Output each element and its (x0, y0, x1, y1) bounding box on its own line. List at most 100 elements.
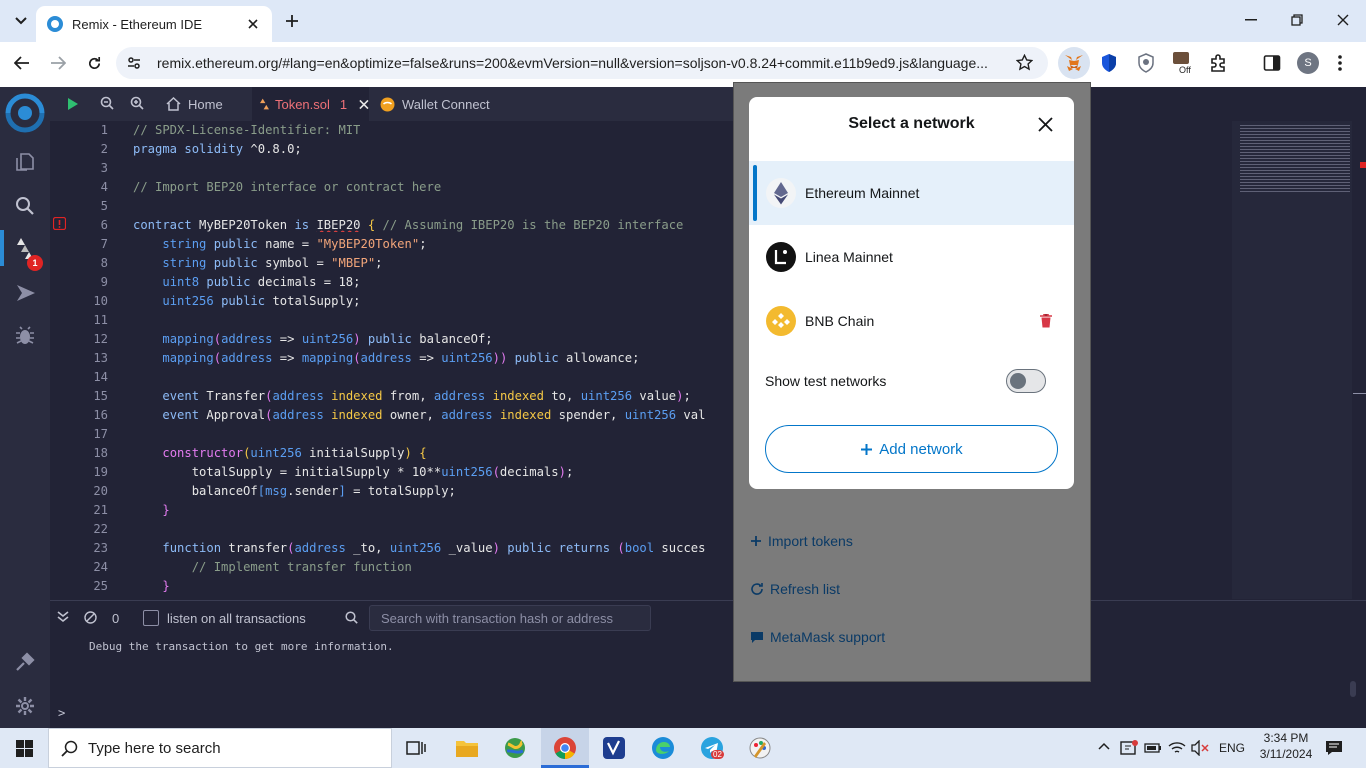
code-line[interactable]: pragma solidity ^0.8.0; (133, 142, 302, 156)
run-script-icon[interactable] (67, 97, 79, 111)
app-globe-taskbar-icon[interactable] (503, 736, 527, 760)
clear-console-icon[interactable] (84, 611, 97, 624)
code-line[interactable]: mapping(address => uint256) public balan… (133, 332, 492, 346)
code-line[interactable]: event Transfer(address indexed from, add… (133, 389, 690, 403)
battery-icon[interactable] (1144, 741, 1162, 755)
telegram-taskbar-icon[interactable]: 02 (700, 736, 724, 760)
code-line[interactable]: } (133, 503, 169, 517)
notifications-icon[interactable] (1325, 740, 1343, 756)
volume-muted-icon[interactable] (1191, 740, 1209, 756)
tray-app-icon[interactable] (1120, 740, 1138, 756)
paint-taskbar-icon[interactable] (748, 736, 772, 760)
side-panel-icon[interactable] (1263, 54, 1281, 72)
network-wifi-icon[interactable] (1168, 740, 1186, 756)
browser-tab-active[interactable]: Remix - Ethereum IDE (36, 6, 272, 42)
metamask-extension-button[interactable] (1058, 47, 1090, 79)
clock[interactable]: 3:34 PM 3/11/2024 (1254, 731, 1318, 761)
address-bar[interactable]: remix.ethereum.org/#lang=en&optimize=fal… (116, 47, 1048, 79)
code-line[interactable]: uint256 public totalSupply; (133, 294, 360, 308)
line-number: 22 (93, 522, 108, 536)
zoom-in-icon[interactable] (130, 96, 144, 110)
code-line[interactable]: } (133, 579, 169, 593)
network-item-ethereum[interactable]: Ethereum Mainnet (749, 161, 1074, 225)
ethereum-logo-icon (766, 178, 796, 208)
network-item-bnb[interactable]: BNB Chain (749, 289, 1074, 353)
import-tokens-link[interactable]: Import tokens (750, 533, 853, 549)
code-line[interactable]: balanceOf[msg.sender] = totalSupply; (133, 484, 456, 498)
line-number: 4 (100, 180, 108, 194)
collapse-terminal-icon[interactable] (57, 611, 69, 623)
tab-label: Token.sol (274, 96, 330, 112)
tab-home[interactable]: Home (160, 87, 252, 121)
privacy-extension-icon[interactable] (1137, 53, 1155, 73)
listen-checkbox[interactable] (143, 610, 159, 626)
tab-wallet-connect[interactable]: Wallet Connect (380, 87, 510, 121)
code-line[interactable]: mapping(address => mapping(address => ui… (133, 351, 639, 365)
task-view-icon[interactable] (406, 739, 426, 757)
network-item-linea[interactable]: Linea Mainnet (749, 225, 1074, 289)
maximize-button[interactable] (1282, 8, 1312, 32)
code-line[interactable]: totalSupply = initialSupply * 10**uint25… (133, 465, 574, 479)
more-menu-icon[interactable] (1338, 55, 1342, 71)
chrome-icon (554, 737, 576, 759)
input-language[interactable]: ENG (1219, 741, 1245, 755)
plugin-manager-icon[interactable] (15, 652, 35, 672)
editor-minimap[interactable] (1232, 121, 1366, 599)
code-line[interactable]: event Approval(address indexed owner, ad… (133, 408, 705, 422)
chrome-taskbar-button[interactable] (541, 728, 589, 768)
terminal-search-input[interactable]: Search with transaction hash or address (369, 605, 651, 631)
line-number: 13 (93, 351, 108, 365)
refresh-list-label: Refresh list (770, 581, 841, 597)
minimize-button[interactable] (1236, 8, 1266, 32)
reload-button[interactable] (82, 52, 106, 74)
close-modal-icon[interactable] (1038, 117, 1053, 132)
code-line[interactable]: uint8 public decimals = 18; (133, 275, 360, 289)
line-number: 2 (100, 142, 108, 156)
debugger-bug-icon[interactable] (15, 326, 35, 346)
shield-extension-icon[interactable] (1100, 53, 1118, 73)
code-line[interactable]: // Implement transfer function (133, 560, 412, 574)
file-explorer-taskbar-icon[interactable] (455, 738, 479, 758)
close-tab-icon[interactable] (244, 15, 262, 33)
bookmark-star-icon[interactable] (1016, 54, 1033, 71)
code-line[interactable]: function transfer(address _to, uint256 _… (133, 541, 705, 555)
forward-button[interactable] (46, 52, 70, 74)
site-info-icon[interactable] (126, 55, 142, 71)
search-icon[interactable] (15, 196, 35, 216)
close-window-button[interactable] (1328, 8, 1358, 32)
refresh-list-link[interactable]: Refresh list (750, 581, 840, 597)
deploy-run-icon[interactable] (15, 283, 37, 303)
code-line[interactable]: contract MyBEP20Token is IBEP20 { // Ass… (133, 218, 683, 232)
show-test-networks-toggle[interactable] (1006, 369, 1046, 393)
windows-start-icon[interactable] (16, 740, 33, 757)
extensions-puzzle-icon[interactable] (1209, 53, 1229, 73)
code-line[interactable]: constructor(uint256 initialSupply) { (133, 446, 426, 460)
delete-network-trash-icon[interactable] (1040, 314, 1052, 328)
back-button[interactable] (10, 52, 34, 74)
extension-off-button[interactable]: Off (1172, 51, 1196, 77)
code-line[interactable]: string public name = "MyBEP20Token"; (133, 237, 426, 251)
chevron-down-icon (15, 17, 27, 25)
code-line[interactable]: // SPDX-License-Identifier: MIT (133, 123, 360, 137)
edge-taskbar-icon[interactable] (651, 736, 675, 760)
settings-gear-icon[interactable] (15, 696, 35, 716)
terminal-prompt[interactable]: > (58, 706, 65, 720)
modal-title: Select a network (848, 115, 975, 132)
tab-token-sol[interactable]: Token.sol 1 (252, 87, 369, 121)
metamask-support-link[interactable]: MetaMask support (750, 629, 885, 645)
show-hidden-icons-chevron-icon[interactable] (1098, 742, 1110, 750)
vscode-like-taskbar-icon[interactable] (602, 736, 626, 760)
tab-error-count: 1 (339, 96, 348, 112)
remix-logo-icon[interactable] (4, 93, 46, 133)
tab-search-button[interactable] (8, 8, 34, 34)
zoom-out-icon[interactable] (100, 96, 114, 110)
taskbar-search-box[interactable]: Type here to search (48, 728, 392, 768)
file-explorer-icon[interactable] (15, 151, 35, 171)
add-network-button[interactable]: Add network (765, 425, 1058, 473)
code-line[interactable]: // Import BEP20 interface or contract he… (133, 180, 441, 194)
new-tab-button[interactable] (280, 9, 304, 33)
terminal-scrollbar[interactable] (1350, 681, 1356, 697)
profile-avatar[interactable]: S (1297, 52, 1319, 74)
close-icon[interactable] (359, 99, 369, 110)
code-line[interactable]: string public symbol = "MBEP"; (133, 256, 382, 270)
